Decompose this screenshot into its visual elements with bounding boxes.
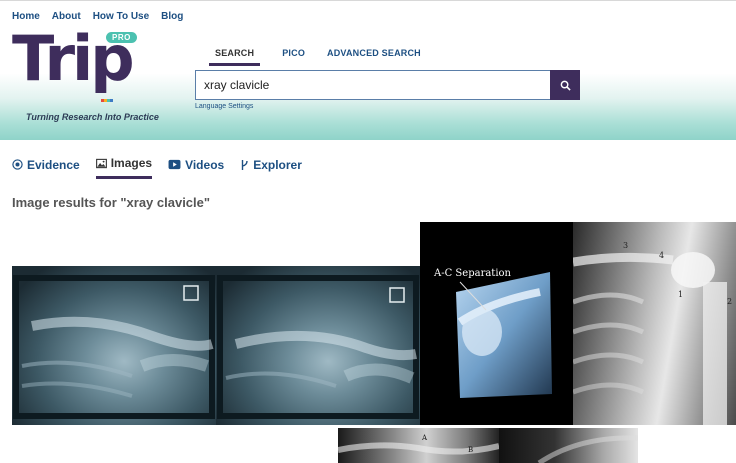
site-header: Home About How To Use Blog Trip PRO Turn… bbox=[0, 0, 736, 140]
tab-evidence[interactable]: Evidence bbox=[12, 156, 80, 179]
xray-image: 3 4 1 2 bbox=[573, 241, 732, 425]
image-result-thumbnail[interactable]: A-C Separation bbox=[420, 222, 573, 425]
image-result-thumbnail[interactable]: A B bbox=[338, 428, 499, 463]
tab-videos[interactable]: Videos bbox=[168, 156, 224, 179]
image-result-thumbnail[interactable] bbox=[216, 266, 420, 425]
image-result-thumbnail[interactable] bbox=[12, 266, 216, 425]
tab-search[interactable]: SEARCH bbox=[209, 48, 261, 66]
tab-explorer[interactable]: Explorer bbox=[240, 156, 302, 179]
language-settings-link[interactable]: Language Settings bbox=[195, 103, 253, 110]
image-icon bbox=[95, 158, 107, 168]
tab-pico[interactable]: PICO bbox=[282, 48, 305, 66]
figure-label: 4 bbox=[659, 251, 664, 260]
nav-home-link[interactable]: Home bbox=[12, 11, 40, 22]
search-mode-tabs: SEARCH PICO ADVANCED SEARCH bbox=[209, 48, 443, 66]
xray-image bbox=[13, 275, 215, 419]
xray-image: A-C Separation bbox=[433, 268, 552, 398]
top-navigation: Home About How To Use Blog bbox=[12, 11, 183, 22]
nav-blog-link[interactable]: Blog bbox=[161, 11, 183, 22]
tab-images[interactable]: Images bbox=[95, 156, 153, 179]
xray-image bbox=[217, 275, 419, 419]
branch-icon bbox=[242, 159, 248, 170]
nav-about-link[interactable]: About bbox=[52, 11, 81, 22]
trip-logo[interactable]: Trip PRO bbox=[12, 27, 162, 102]
figure-label: 1 bbox=[678, 290, 683, 299]
image-result-thumbnail[interactable]: 3 4 1 2 bbox=[573, 222, 736, 425]
logo-tagline: Turning Research Into Practice bbox=[26, 112, 159, 122]
nav-how-to-use-link[interactable]: How To Use bbox=[93, 11, 149, 22]
search-box bbox=[195, 70, 551, 100]
search-icon bbox=[560, 80, 571, 91]
tab-explorer-label: Explorer bbox=[253, 157, 302, 172]
xray-image: A B bbox=[338, 434, 499, 455]
search-button[interactable] bbox=[550, 70, 580, 100]
logo-color-bar bbox=[101, 99, 113, 102]
figure-label: A bbox=[421, 434, 428, 442]
results-heading: Image results for "xray clavicle" bbox=[12, 195, 211, 210]
tab-advanced-search[interactable]: ADVANCED SEARCH bbox=[327, 48, 421, 66]
figure-label: 2 bbox=[727, 297, 732, 306]
play-icon bbox=[168, 159, 181, 170]
pro-badge: PRO bbox=[106, 32, 137, 43]
result-type-tabs: Evidence Images Videos Explorer bbox=[12, 156, 302, 179]
tab-evidence-label: Evidence bbox=[27, 157, 80, 172]
image-result-thumbnail[interactable] bbox=[499, 428, 638, 463]
annotation-label: A-C Separation bbox=[433, 268, 512, 279]
target-icon bbox=[12, 159, 23, 170]
xray-image bbox=[537, 435, 638, 463]
tab-videos-label: Videos bbox=[185, 157, 225, 172]
tab-images-label: Images bbox=[110, 156, 153, 170]
search-input[interactable] bbox=[196, 71, 550, 99]
figure-label: 3 bbox=[623, 241, 628, 250]
figure-label: B bbox=[468, 446, 473, 454]
